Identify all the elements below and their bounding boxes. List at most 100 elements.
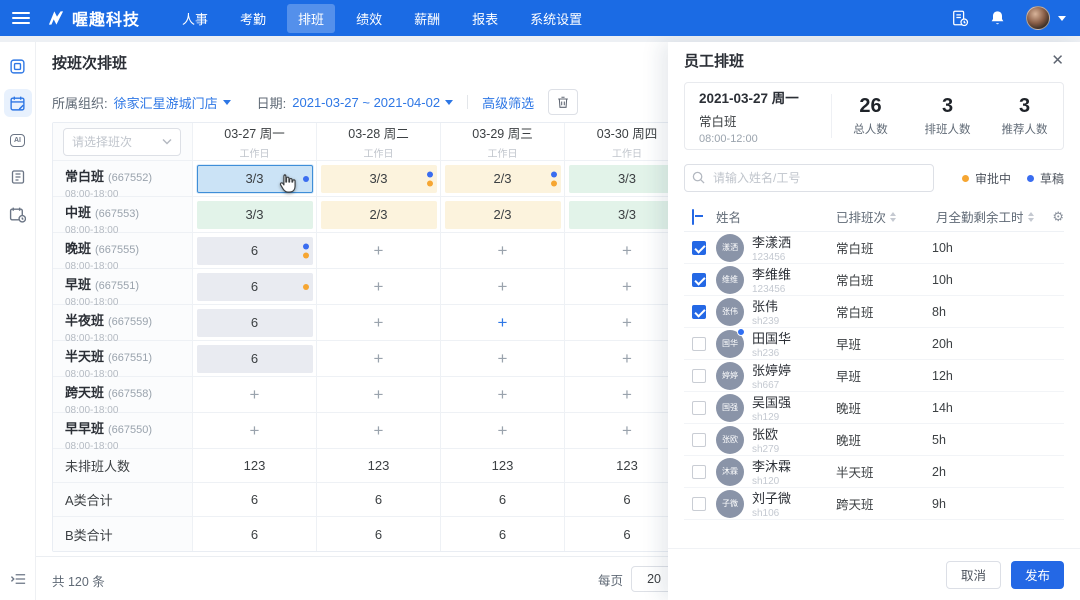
employee-name: 张欧: [752, 424, 836, 443]
header-shift: 已排班次: [836, 207, 886, 226]
add-icon: +: [374, 422, 384, 439]
topbar-right: [951, 6, 1080, 30]
schedule-cell[interactable]: +: [441, 377, 565, 412]
shift-code: (667553): [95, 208, 139, 220]
avatar-initials: 漾洒: [716, 234, 744, 262]
summary-value: 6: [251, 527, 258, 542]
employee-row: 维维李维维123456常白班10h: [684, 264, 1064, 296]
schedule-cell[interactable]: 3/3: [193, 197, 317, 232]
schedule-cell[interactable]: 2/3: [441, 161, 565, 196]
nav-item[interactable]: 排班: [287, 4, 335, 33]
row-checkbox[interactable]: [692, 465, 706, 479]
nav-item[interactable]: 人事: [171, 4, 219, 33]
rail-schedule-icon[interactable]: [4, 89, 32, 117]
schedule-chip: 3/3: [197, 165, 313, 193]
row-checkbox[interactable]: [692, 401, 706, 415]
schedule-cell[interactable]: 6: [193, 305, 317, 340]
row-checkbox[interactable]: [692, 497, 706, 511]
summary-row: A类合计6666: [53, 483, 688, 517]
schedule-cell[interactable]: +: [317, 305, 441, 340]
schedule-cell[interactable]: +: [193, 377, 317, 412]
nav-item[interactable]: 薪酬: [403, 4, 451, 33]
add-icon: +: [498, 278, 508, 295]
notification-bell-icon[interactable]: [989, 9, 1006, 27]
publish-button[interactable]: 发布: [1011, 561, 1064, 589]
rail-app-icon[interactable]: [4, 52, 32, 80]
schedule-cell[interactable]: +: [441, 341, 565, 376]
shift-label-cell: 半夜班(667559)08:00-18:00: [53, 305, 193, 340]
schedule-cell[interactable]: +: [441, 305, 565, 340]
sort-hours-icon[interactable]: [1028, 212, 1034, 222]
left-icon-rail: AI: [0, 42, 36, 600]
schedule-cell[interactable]: +: [317, 341, 441, 376]
schedule-cell[interactable]: 6: [193, 269, 317, 304]
schedule-cell[interactable]: +: [441, 233, 565, 268]
schedule-cell[interactable]: +: [317, 233, 441, 268]
summary-cell: 6: [317, 483, 441, 516]
employee-id: sh129: [752, 412, 836, 423]
schedule-cell[interactable]: +: [317, 377, 441, 412]
add-icon: +: [374, 242, 384, 259]
schedule-cell[interactable]: 6: [193, 233, 317, 268]
org-filter-dropdown[interactable]: 徐家汇星游城门店: [114, 93, 231, 112]
row-checkbox[interactable]: [692, 433, 706, 447]
trash-icon: [556, 95, 570, 110]
schedule-cell[interactable]: +: [441, 269, 565, 304]
rail-notebook-icon[interactable]: [4, 163, 32, 191]
row-checkbox[interactable]: [692, 305, 706, 319]
shift-code: (667551): [108, 352, 152, 364]
shift-title-line: 半夜班(667559): [65, 310, 192, 330]
grid-body: 常白班(667552)08:00-18:003/33/32/33/3中班(667…: [53, 161, 688, 551]
schedule-cell[interactable]: +: [193, 413, 317, 448]
schedule-cell[interactable]: +: [317, 269, 441, 304]
stat-label: 推荐人数: [986, 121, 1063, 137]
select-all-checkbox[interactable]: [692, 209, 694, 225]
schedule-cell[interactable]: 3/3: [317, 161, 441, 196]
schedule-cell[interactable]: 6: [193, 341, 317, 376]
shift-select-placeholder: 请选择班次: [72, 133, 132, 150]
add-icon: +: [498, 386, 508, 403]
shift-row: 半天班(667551)08:00-18:006+++: [53, 341, 688, 377]
employee-name: 田国华: [752, 328, 836, 347]
employee-hours: 5h: [932, 433, 1064, 447]
shift-select[interactable]: 请选择班次: [63, 128, 181, 156]
rail-ai-icon[interactable]: AI: [4, 126, 32, 154]
schedule-cell[interactable]: 2/3: [441, 197, 565, 232]
clear-filter-button[interactable]: [548, 89, 578, 115]
employee-search-input[interactable]: [684, 164, 934, 192]
close-icon[interactable]: ✕: [1051, 53, 1064, 68]
date-filter-dropdown[interactable]: 2021-03-27 ~ 2021-04-02: [292, 95, 453, 110]
schedule-cell[interactable]: +: [317, 413, 441, 448]
rail-collapse-icon[interactable]: [0, 572, 36, 586]
avatar: 国强: [716, 394, 744, 422]
schedule-grid: 请选择班次 03-27 周一工作日03-28 周二工作日03-29 周三工作日0…: [52, 122, 689, 552]
hamburger-menu-icon[interactable]: [12, 12, 30, 24]
employee-name-block: 张欧sh279: [752, 424, 836, 455]
rail-calendar-clock-icon[interactable]: [4, 200, 32, 228]
stat-label: 总人数: [832, 121, 909, 137]
row-checkbox[interactable]: [692, 369, 706, 383]
row-checkbox[interactable]: [692, 241, 706, 255]
shift-row: 早班(667551)08:00-18:006+++: [53, 269, 688, 305]
user-avatar[interactable]: [1026, 6, 1066, 30]
nav-item[interactable]: 报表: [461, 4, 509, 33]
row-checkbox[interactable]: [692, 337, 706, 351]
sort-shift-icon[interactable]: [890, 212, 896, 222]
shift-label-cell: 早班(667551)08:00-18:00: [53, 269, 193, 304]
nav-item[interactable]: 绩效: [345, 4, 393, 33]
nav-item[interactable]: 考勤: [229, 4, 277, 33]
row-checkbox[interactable]: [692, 273, 706, 287]
employee-shift: 常白班: [836, 238, 932, 257]
schedule-cell[interactable]: 2/3: [317, 197, 441, 232]
approval-doc-icon[interactable]: [951, 9, 969, 27]
employee-name: 李漾洒: [752, 232, 836, 251]
schedule-cell[interactable]: +: [441, 413, 565, 448]
employee-name: 张伟: [752, 296, 836, 315]
advanced-filter-link[interactable]: 高级筛选: [482, 93, 534, 112]
summary-value: 123: [244, 458, 266, 473]
schedule-cell[interactable]: 3/3: [193, 161, 317, 196]
date-filter-label: 日期:: [257, 93, 287, 112]
gear-icon[interactable]: ⚙: [1052, 209, 1064, 225]
nav-item[interactable]: 系统设置: [519, 4, 593, 33]
cancel-button[interactable]: 取消: [946, 561, 1001, 589]
